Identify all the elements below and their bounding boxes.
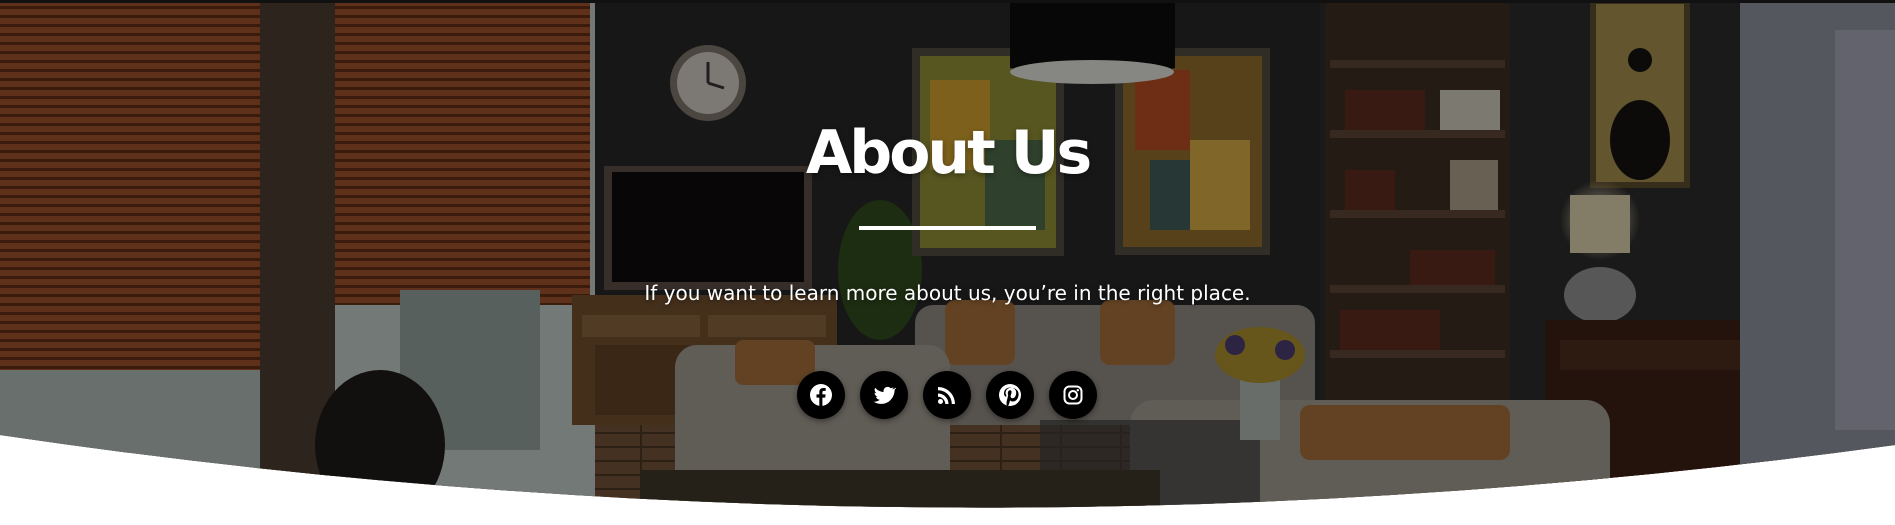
rss-link[interactable] (923, 371, 971, 419)
facebook-link[interactable] (797, 371, 845, 419)
title-divider (859, 226, 1036, 230)
pinterest-icon (999, 384, 1021, 407)
page-title: About Us (805, 118, 1092, 188)
twitter-link[interactable] (860, 371, 908, 419)
facebook-icon (810, 384, 832, 406)
social-links (797, 371, 1097, 419)
twitter-icon (873, 386, 896, 404)
instagram-link[interactable] (1049, 371, 1097, 419)
hero-content: About Us If you want to learn more about… (0, 0, 1895, 525)
pinterest-link[interactable] (986, 371, 1034, 419)
instagram-icon (1063, 385, 1083, 405)
rss-icon (938, 387, 955, 404)
hero-section: About Us If you want to learn more about… (0, 0, 1895, 525)
hero-subtitle: If you want to learn more about us, you’… (644, 281, 1251, 305)
